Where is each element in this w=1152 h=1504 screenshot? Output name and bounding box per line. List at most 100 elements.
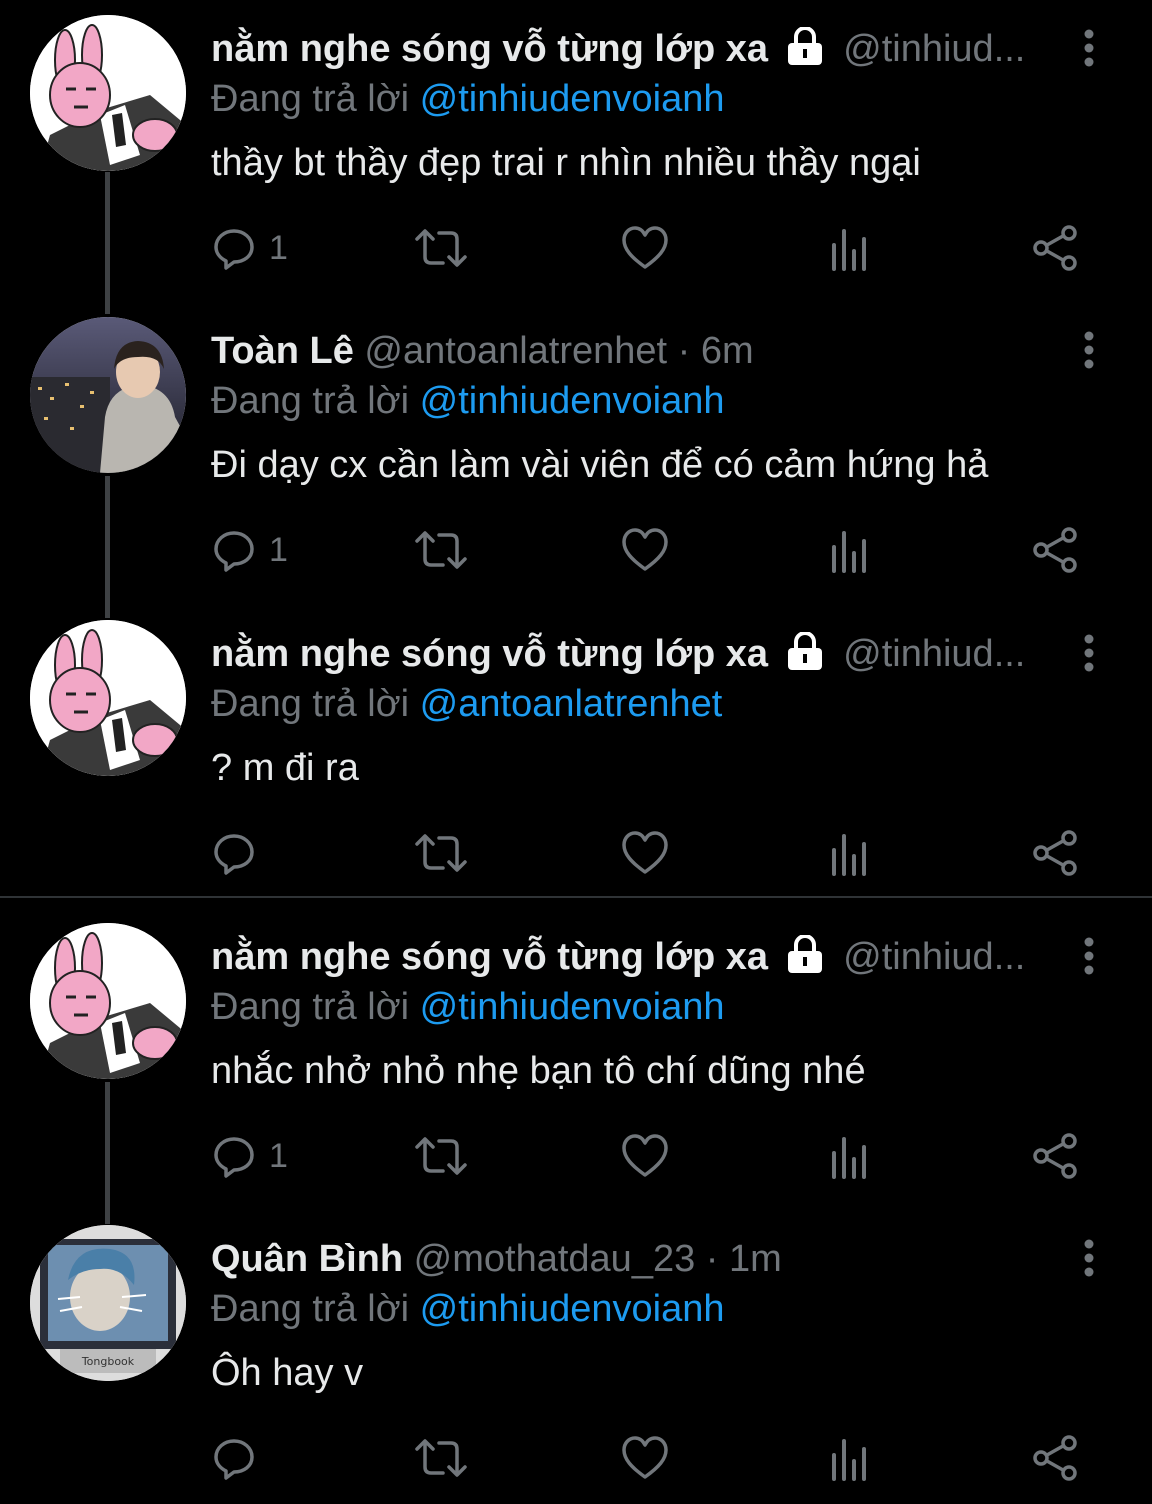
reply-prefix: Đang trả lời	[211, 1288, 420, 1330]
lock-icon	[787, 632, 822, 670]
handle[interactable]: @mothatdau_23	[414, 1238, 696, 1280]
more-icon[interactable]	[1072, 1238, 1106, 1278]
mention-link[interactable]: @tinhiudenvoianh	[420, 1288, 725, 1330]
reply-context: Đang trả lời @antoanlatrenhet	[211, 681, 722, 727]
mention-link[interactable]: @tinhiudenvoianh	[420, 380, 725, 422]
analytics-icon	[832, 229, 866, 271]
share-button[interactable]	[1031, 1432, 1079, 1484]
monitor-photo-avatar-icon: Tongbook	[30, 1225, 186, 1381]
reply-context: Đang trả lời @tinhiudenvoianh	[211, 378, 724, 424]
retweet-button[interactable]	[413, 524, 469, 576]
display-name[interactable]: nằm nghe sóng vỗ từng lớp xa	[211, 633, 768, 675]
svg-text:Tongbook: Tongbook	[81, 1355, 135, 1368]
reply-count: 1	[269, 1136, 288, 1175]
retweet-button[interactable]	[413, 1432, 469, 1484]
tweet-text: ? m đi ra	[211, 747, 359, 789]
retweet-button[interactable]	[413, 222, 469, 274]
like-button[interactable]	[621, 1432, 669, 1484]
mention-link[interactable]: @antoanlatrenhet	[420, 683, 723, 725]
retweet-icon	[415, 1439, 467, 1477]
reply-context: Đang trả lời @tinhiudenvoianh	[211, 76, 724, 122]
heart-icon	[622, 831, 668, 874]
display-name[interactable]: nằm nghe sóng vỗ từng lớp xa	[211, 936, 768, 978]
retweet-icon	[415, 834, 467, 872]
analytics-button[interactable]	[829, 1130, 869, 1182]
analytics-button[interactable]	[829, 827, 869, 879]
tweet-header: nằm nghe sóng vỗ từng lớp xa @tinhiud...	[211, 26, 1025, 72]
analytics-button[interactable]	[829, 524, 869, 576]
like-button[interactable]	[621, 222, 669, 274]
action-bar: 1	[211, 222, 1091, 274]
more-icon[interactable]	[1072, 633, 1106, 673]
share-button[interactable]	[1031, 1130, 1079, 1182]
heart-icon	[622, 528, 668, 571]
analytics-icon	[832, 1137, 866, 1179]
tweet[interactable]: nằm nghe sóng vỗ từng lớp xa @tinhiud...…	[0, 923, 1152, 1208]
tweet-text: Ôh hay v	[211, 1352, 364, 1394]
reply-button[interactable]	[211, 1432, 269, 1484]
reply-count: 1	[269, 530, 288, 569]
tweet[interactable]: nằm nghe sóng vỗ từng lớp xa @tinhiud...…	[0, 15, 1152, 300]
avatar[interactable]	[30, 317, 186, 473]
display-name[interactable]: Quân Bình	[211, 1238, 403, 1280]
analytics-button[interactable]	[829, 222, 869, 274]
analytics-button[interactable]	[829, 1432, 869, 1484]
tweet-text: nhắc nhở nhỏ nhẹ bạn tô chí dũng nhé	[211, 1050, 866, 1092]
tweet-text: Đi dạy cx cần làm vài viên để có cảm hứn…	[211, 444, 989, 486]
action-bar	[211, 1432, 1091, 1484]
avatar[interactable]	[30, 620, 186, 776]
reply-prefix: Đang trả lời	[211, 78, 420, 120]
action-bar: 1	[211, 1130, 1091, 1182]
retweet-icon	[415, 229, 467, 267]
reply-button[interactable]: 1	[211, 222, 288, 274]
reply-icon	[214, 1137, 254, 1178]
reply-button[interactable]: 1	[211, 524, 288, 576]
lock-icon	[787, 27, 822, 65]
avatar[interactable]: Tongbook	[30, 1225, 186, 1381]
handle[interactable]: @tinhiud...	[843, 936, 1025, 978]
heart-icon	[622, 1134, 668, 1177]
share-button[interactable]	[1031, 524, 1079, 576]
mention-link[interactable]: @tinhiudenvoianh	[420, 986, 725, 1028]
retweet-button[interactable]	[413, 827, 469, 879]
more-icon[interactable]	[1072, 28, 1106, 68]
analytics-icon	[832, 531, 866, 573]
reply-button[interactable]	[211, 827, 269, 879]
reply-button[interactable]: 1	[211, 1130, 288, 1182]
retweet-button[interactable]	[413, 1130, 469, 1182]
share-icon	[1033, 225, 1077, 271]
analytics-icon	[832, 834, 866, 876]
reply-context: Đang trả lời @tinhiudenvoianh	[211, 1286, 724, 1332]
tweet-header: Toàn Lê @antoanlatrenhet · 6m	[211, 328, 754, 374]
analytics-icon	[832, 1439, 866, 1481]
handle[interactable]: @antoanlatrenhet	[364, 330, 667, 372]
like-button[interactable]	[621, 524, 669, 576]
display-name[interactable]: nằm nghe sóng vỗ từng lớp xa	[211, 28, 768, 70]
mention-link[interactable]: @tinhiudenvoianh	[420, 78, 725, 120]
timestamp: · 1m	[705, 1238, 782, 1280]
reply-icon	[214, 1439, 254, 1480]
rabbit-suit-avatar-icon	[30, 620, 186, 776]
reply-count: 1	[269, 228, 288, 267]
avatar[interactable]	[30, 923, 186, 1079]
action-bar	[211, 827, 1091, 879]
reply-icon	[214, 531, 254, 572]
avatar[interactable]	[30, 15, 186, 171]
heart-icon	[622, 1436, 668, 1479]
more-icon[interactable]	[1072, 330, 1106, 370]
handle[interactable]: @tinhiud...	[843, 633, 1025, 675]
tweet[interactable]: Tongbook Quân Bình @mothatdau_23 · 1m Đa…	[0, 1225, 1152, 1504]
tweet[interactable]: nằm nghe sóng vỗ từng lớp xa @tinhiud...…	[0, 620, 1152, 895]
thread-divider	[0, 896, 1152, 898]
reply-icon	[214, 834, 254, 875]
reply-prefix: Đang trả lời	[211, 683, 420, 725]
like-button[interactable]	[621, 827, 669, 879]
like-button[interactable]	[621, 1130, 669, 1182]
share-button[interactable]	[1031, 827, 1079, 879]
tweet[interactable]: Toàn Lê @antoanlatrenhet · 6m Đang trả l…	[0, 317, 1152, 602]
handle[interactable]: @tinhiud...	[843, 28, 1025, 70]
share-button[interactable]	[1031, 222, 1079, 274]
display-name[interactable]: Toàn Lê	[211, 330, 354, 372]
rabbit-suit-avatar-icon	[30, 15, 186, 171]
more-icon[interactable]	[1072, 936, 1106, 976]
